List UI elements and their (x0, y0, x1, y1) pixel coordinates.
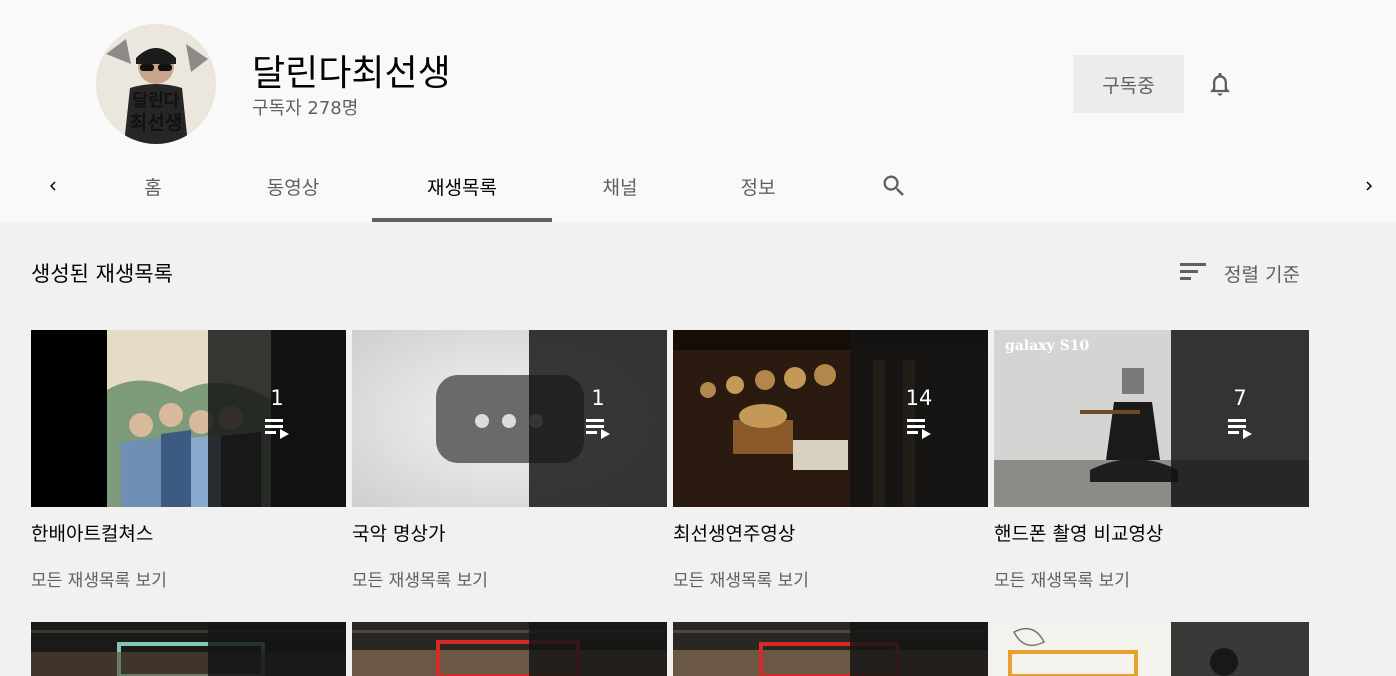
subscribe-button[interactable]: 구독중 (1073, 55, 1184, 113)
chevron-right-icon[interactable] (1354, 166, 1384, 206)
playlist-play-icon (906, 416, 932, 444)
playlist-thumbnail[interactable]: 1 (31, 330, 346, 507)
view-full-playlist-link[interactable]: 모든 재생목록 보기 (994, 566, 1309, 591)
channel-tabs: 홈 동영상 재생목록 채널 정보 (0, 150, 1396, 222)
playlist-play-icon (264, 416, 290, 444)
svg-text:galaxy S10: galaxy S10 (1005, 338, 1089, 354)
svg-text:최선생: 최선생 (130, 112, 182, 134)
playlist-count-overlay: 7 (1171, 330, 1309, 507)
playlist-card: 14 최선생연주영상 모든 재생목록 보기 (673, 330, 988, 591)
playlist-title[interactable]: 최선생연주영상 (673, 519, 988, 546)
tab-videos[interactable]: 동영상 (240, 150, 346, 222)
sort-label: 정렬 기준 (1224, 263, 1300, 286)
tab-channels[interactable]: 채널 (580, 150, 660, 222)
playlist-thumbnail[interactable]: 1 (352, 330, 667, 507)
view-full-playlist-link[interactable]: 모든 재생목록 보기 (31, 566, 346, 591)
playlist-thumbnail[interactable] (352, 622, 667, 676)
playlist-thumbnail[interactable]: galaxy S10 7 (994, 330, 1309, 507)
playlist-card: 1 국악 명상가 모든 재생목록 보기 (352, 330, 667, 591)
playlist-count-overlay: 14 (850, 330, 988, 507)
playlist-count-overlay (1171, 622, 1309, 676)
tab-home[interactable]: 홈 (120, 150, 186, 222)
svg-text:달린다: 달린다 (133, 90, 180, 111)
playlist-count-overlay: 1 (208, 330, 346, 507)
playlist-count-overlay (850, 622, 988, 676)
chevron-left-icon[interactable] (38, 166, 68, 206)
playlist-count-overlay (529, 622, 667, 676)
playlist-video-count: 14 (905, 385, 933, 410)
playlist-thumbnail[interactable] (31, 622, 346, 676)
sort-button[interactable]: 정렬 기준 (1178, 256, 1300, 290)
playlist-card: 1 한배아트컬쳐스 모든 재생목록 보기 (31, 330, 346, 591)
channel-avatar[interactable]: 달린다 최선생 (96, 24, 216, 144)
playlist-count-overlay (208, 622, 346, 676)
tab-about[interactable]: 정보 (718, 150, 798, 222)
playlist-video-count: 1 (591, 385, 605, 410)
playlist-title[interactable]: 핸드폰 촬영 비교영상 (994, 519, 1309, 546)
search-icon[interactable] (874, 166, 914, 206)
playlist-video-count: 1 (270, 385, 284, 410)
playlist-play-icon (1227, 416, 1253, 444)
sort-icon (1178, 260, 1208, 286)
playlist-thumbnail[interactable]: 14 (673, 330, 988, 507)
view-full-playlist-link[interactable]: 모든 재생목록 보기 (352, 566, 667, 591)
channel-name: 달린다최선생 (252, 53, 451, 94)
playlist-card: galaxy S10 7 핸드폰 촬영 비교영상 모든 재생목록 보기 (994, 330, 1309, 591)
channel-header: 달린다 최선생 달린다최선생 구독자 278명 구독중 홈 동영상 재생목록 채… (0, 0, 1396, 222)
playlist-title[interactable]: 국악 명상가 (352, 519, 667, 546)
subscriber-count: 구독자 278명 (252, 98, 359, 119)
bell-icon[interactable] (1200, 64, 1240, 104)
playlist-count-overlay: 1 (529, 330, 667, 507)
playlist-title[interactable]: 한배아트컬쳐스 (31, 519, 346, 546)
playlist-thumbnail[interactable] (994, 622, 1309, 676)
playlist-play-icon (585, 416, 611, 444)
playlist-video-count: 7 (1233, 385, 1247, 410)
section-title: 생성된 재생목록 (31, 262, 173, 286)
tab-playlists[interactable]: 재생목록 (372, 150, 552, 222)
view-full-playlist-link[interactable]: 모든 재생목록 보기 (673, 566, 988, 591)
playlist-thumbnail[interactable] (673, 622, 988, 676)
